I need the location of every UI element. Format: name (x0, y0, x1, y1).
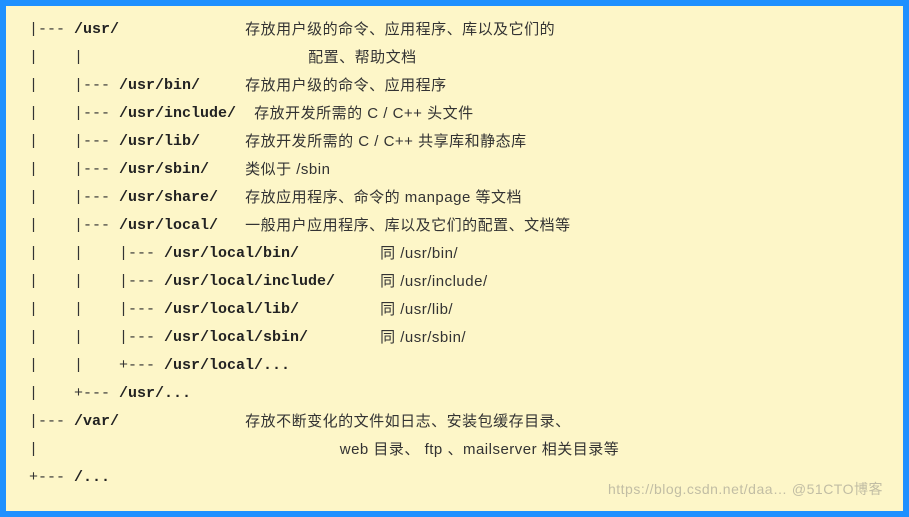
description-text: 配置、帮助文档 (308, 44, 417, 72)
path-text: /usr/local/bin/ (164, 240, 299, 268)
spacing (83, 44, 308, 72)
description-text: 存放不断变化的文件如日志、安装包缓存目录、 (245, 408, 571, 436)
tree-row: | |--- /usr/lib/ 存放开发所需的 C / C++ 共享库和静态库 (20, 128, 899, 156)
tree-row: | |--- /usr/sbin/ 类似于 /sbin (20, 156, 899, 184)
tree-branch: | | |--- (20, 296, 164, 324)
spacing (38, 436, 335, 464)
description-text: 同 /usr/sbin/ (380, 324, 466, 352)
tree-row: | web 目录、 ftp 、mailserver 相关目录等 (20, 436, 899, 464)
description-text: 存放开发所需的 C / C++ 头文件 (254, 100, 474, 128)
tree-row: | +--- /usr/... (20, 380, 899, 408)
tree-row: | | |--- /usr/local/bin/ 同 /usr/bin/ (20, 240, 899, 268)
path-text: /usr/sbin/ (119, 156, 209, 184)
description-text: web 目录、 ftp 、mailserver 相关目录等 (335, 436, 619, 464)
tree-row: | | |--- /usr/local/sbin/ 同 /usr/sbin/ (20, 324, 899, 352)
spacing (299, 240, 380, 268)
spacing (119, 16, 245, 44)
description-text: 存放用户级的命令、应用程序、库以及它们的 (245, 16, 555, 44)
tree-branch: | | |--- (20, 240, 164, 268)
tree-row: | | |--- /usr/local/lib/ 同 /usr/lib/ (20, 296, 899, 324)
tree-branch: | | +--- (20, 352, 164, 380)
spacing (308, 324, 380, 352)
tree-row: | | |--- /usr/local/include/ 同 /usr/incl… (20, 268, 899, 296)
tree-branch: |--- (20, 16, 74, 44)
path-text: /usr/local/lib/ (164, 296, 299, 324)
path-text: /usr/... (119, 380, 191, 408)
tree-branch: | | |--- (20, 268, 164, 296)
tree-branch: | | (20, 44, 83, 72)
spacing (218, 184, 245, 212)
spacing (299, 296, 380, 324)
spacing (119, 408, 245, 436)
tree-branch: | |--- (20, 156, 119, 184)
description-text: 存放用户级的命令、应用程序 (245, 72, 447, 100)
path-text: /usr/include/ (119, 100, 236, 128)
tree-branch: | |--- (20, 100, 119, 128)
tree-row: |--- /var/ 存放不断变化的文件如日志、安装包缓存目录、 (20, 408, 899, 436)
tree-row: | | +--- /usr/local/... (20, 352, 899, 380)
spacing (209, 156, 245, 184)
path-text: /usr/local/include/ (164, 268, 335, 296)
description-text: 同 /usr/bin/ (380, 240, 458, 268)
path-text: /usr/local/sbin/ (164, 324, 308, 352)
tree-branch: | |--- (20, 72, 119, 100)
path-text: /usr/share/ (119, 184, 218, 212)
description-text: 同 /usr/lib/ (380, 296, 453, 324)
description-text: 类似于 /sbin (245, 156, 330, 184)
tree-row: | |--- /usr/include/ 存放开发所需的 C / C++ 头文件 (20, 100, 899, 128)
tree-branch: | (20, 436, 38, 464)
tree-branch: |--- (20, 408, 74, 436)
spacing (218, 212, 245, 240)
tree-branch: | +--- (20, 380, 119, 408)
tree-row: | |--- /usr/share/ 存放应用程序、命令的 manpage 等文… (20, 184, 899, 212)
spacing (236, 100, 254, 128)
path-text: /usr/local/ (119, 212, 218, 240)
description-text: 一般用户应用程序、库以及它们的配置、文档等 (245, 212, 571, 240)
description-text: 存放开发所需的 C / C++ 共享库和静态库 (245, 128, 527, 156)
tree-row: | | 配置、帮助文档 (20, 44, 899, 72)
path-text: /usr/ (74, 16, 119, 44)
spacing (335, 268, 380, 296)
tree-row: | |--- /usr/local/ 一般用户应用程序、库以及它们的配置、文档等 (20, 212, 899, 240)
tree-row: |--- /usr/ 存放用户级的命令、应用程序、库以及它们的 (20, 16, 899, 44)
path-text: /usr/bin/ (119, 72, 200, 100)
path-text: /usr/local/... (164, 352, 290, 380)
path-text: /var/ (74, 408, 119, 436)
description-text: 存放应用程序、命令的 manpage 等文档 (245, 184, 522, 212)
path-text: /usr/lib/ (119, 128, 200, 156)
spacing (200, 72, 245, 100)
spacing (200, 128, 245, 156)
description-text: 同 /usr/include/ (380, 268, 488, 296)
tree-branch: | |--- (20, 128, 119, 156)
code-panel: |--- /usr/ 存放用户级的命令、应用程序、库以及它们的 | | 配置、帮… (6, 6, 903, 511)
tree-branch: | |--- (20, 184, 119, 212)
path-text: /... (74, 464, 110, 492)
tree-row: | |--- /usr/bin/ 存放用户级的命令、应用程序 (20, 72, 899, 100)
tree-branch: | |--- (20, 212, 119, 240)
tree-branch: | | |--- (20, 324, 164, 352)
watermark-text: https://blog.csdn.net/daa… @51CTO博客 (608, 475, 883, 503)
tree-branch: +--- (20, 464, 74, 492)
